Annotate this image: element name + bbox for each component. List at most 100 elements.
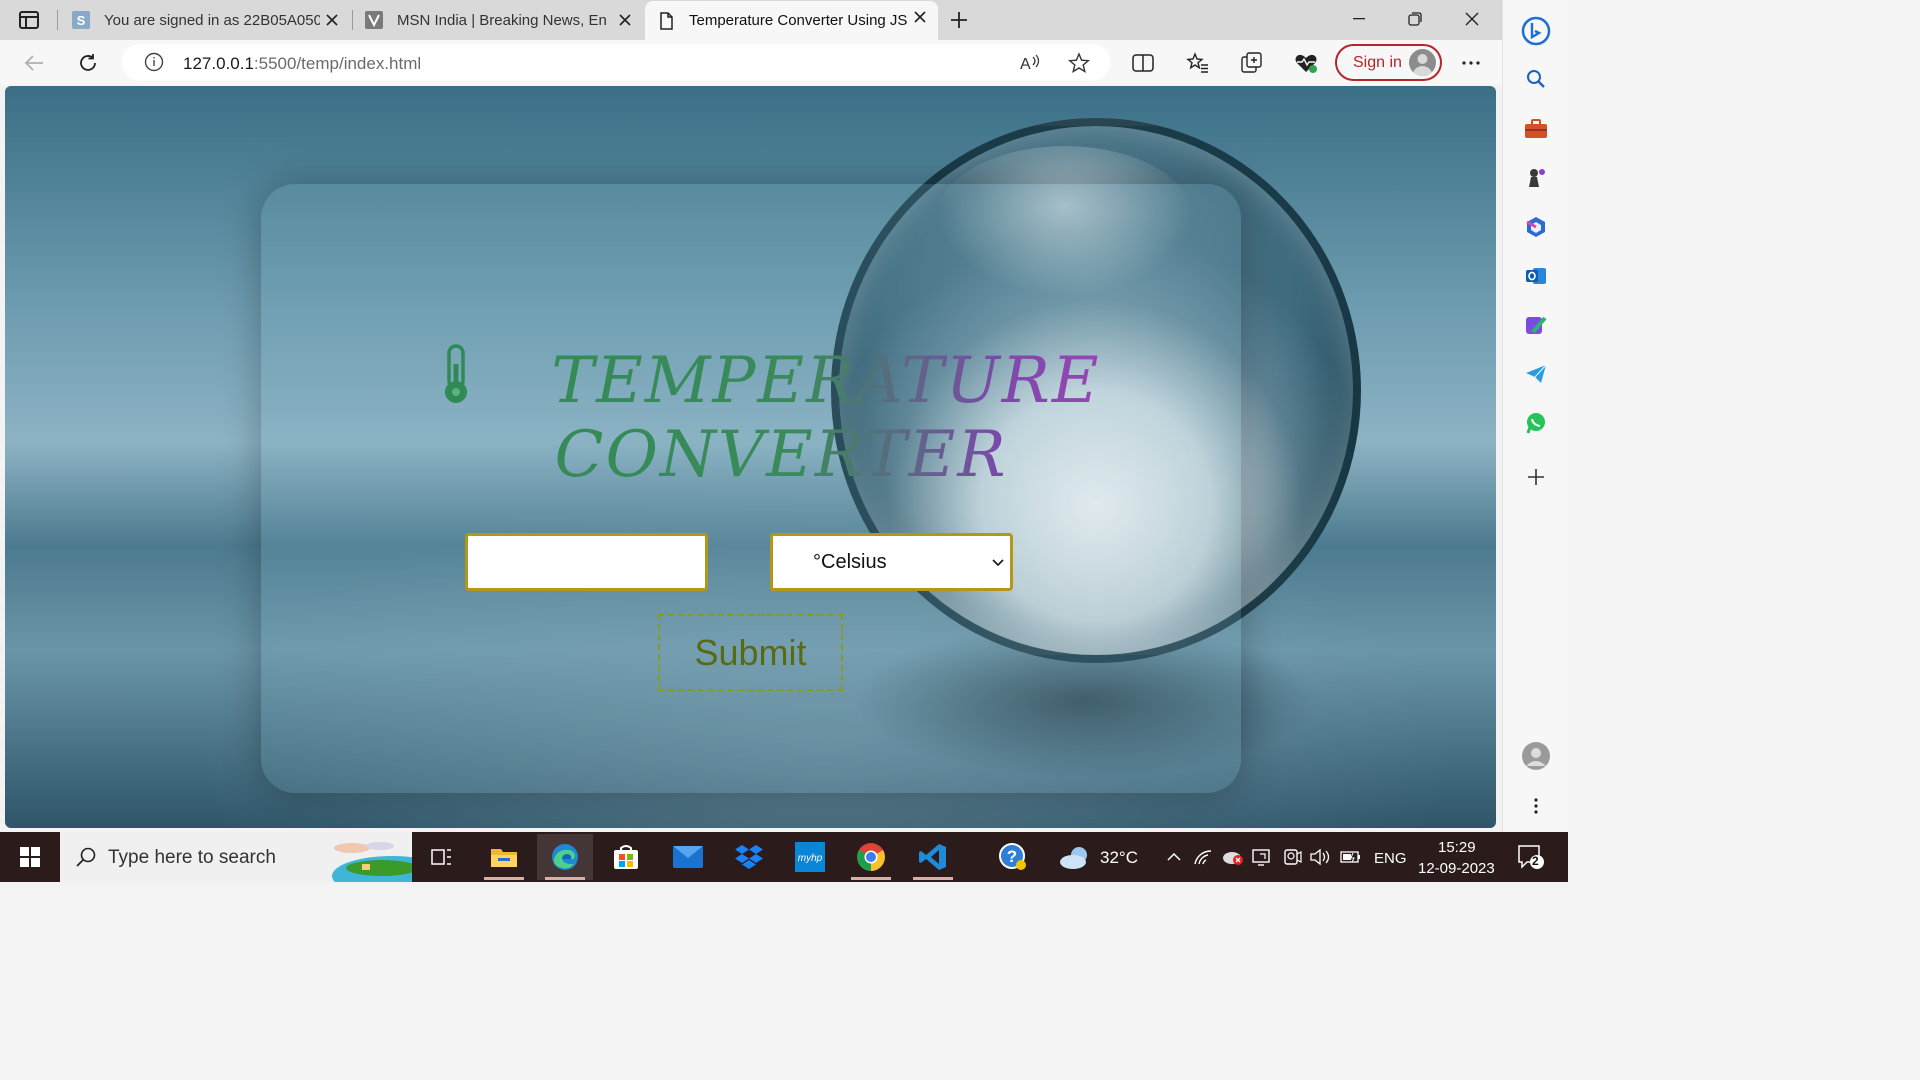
wifi-icon xyxy=(1194,850,1212,865)
title-line-2: CONVERTER xyxy=(554,418,1008,492)
battery-tray-icon[interactable] xyxy=(1340,846,1362,868)
restore-button[interactable] xyxy=(1392,4,1438,34)
chrome-button[interactable] xyxy=(843,834,899,880)
browser-toolbar: 127.0.0.1:5500/temp/index.html A Sign in xyxy=(0,40,1502,85)
search-icon xyxy=(76,847,96,867)
back-button[interactable] xyxy=(17,46,51,80)
search-highlight-illustration xyxy=(332,842,412,882)
temperature-input[interactable] xyxy=(465,533,708,591)
settings-more-button[interactable] xyxy=(1454,46,1488,80)
favorites-button[interactable] xyxy=(1181,46,1215,80)
split-screen-button[interactable] xyxy=(1126,46,1160,80)
clock-date[interactable]: 12-09-2023 xyxy=(1418,860,1495,877)
designer-button[interactable] xyxy=(1520,309,1552,341)
svg-text:myhp: myhp xyxy=(798,853,823,864)
get-help-button[interactable]: ? xyxy=(985,834,1041,880)
notifications-button[interactable]: 2 xyxy=(1516,844,1546,870)
task-view-button[interactable] xyxy=(414,834,470,880)
volume-tray-icon[interactable] xyxy=(1310,846,1332,868)
split-screen-icon xyxy=(1132,54,1154,72)
microsoft-store-button[interactable] xyxy=(598,834,654,880)
outlook-button[interactable] xyxy=(1520,260,1552,292)
speaker-icon xyxy=(1310,848,1330,866)
add-sidebar-app-button[interactable] xyxy=(1520,461,1552,493)
s-letter-icon: S xyxy=(72,11,90,29)
search-icon xyxy=(1527,70,1545,88)
tools-button[interactable] xyxy=(1520,113,1552,145)
weather-cloudy-icon[interactable] xyxy=(1059,844,1093,870)
display-tray-icon[interactable] xyxy=(1251,846,1273,868)
edge-taskbar-button[interactable] xyxy=(537,834,593,880)
network-tray-icon[interactable] xyxy=(1193,846,1215,868)
refresh-button[interactable] xyxy=(71,46,105,80)
taskbar-search-box[interactable]: Type here to search xyxy=(60,832,412,882)
url-text[interactable]: 127.0.0.1:5500/temp/index.html xyxy=(183,54,421,74)
read-aloud-icon[interactable]: A xyxy=(1020,53,1042,73)
windows-taskbar: Type here to search myhp ? 32°C ENG 15:2… xyxy=(0,832,1568,882)
weather-temperature[interactable]: 32°C xyxy=(1100,848,1138,868)
address-bar[interactable]: 127.0.0.1:5500/temp/index.html A xyxy=(122,44,1110,81)
myhp-icon: myhp xyxy=(795,842,825,872)
outlook-icon xyxy=(1526,268,1546,284)
cloud-error-icon xyxy=(1223,852,1243,865)
site-info-icon[interactable] xyxy=(144,52,164,72)
telegram-button[interactable] xyxy=(1520,358,1552,390)
page-title: TEMPERATURE CONVERTER xyxy=(261,344,1241,492)
file-explorer-button[interactable] xyxy=(476,834,532,880)
task-view-icon xyxy=(431,849,451,865)
show-hidden-icons-button[interactable] xyxy=(1163,846,1185,868)
url-host: 127.0.0.1 xyxy=(183,54,254,73)
search-sidebar-button[interactable] xyxy=(1520,63,1552,95)
sign-in-button[interactable]: Sign in xyxy=(1335,44,1442,81)
chevron-up-icon xyxy=(1167,853,1181,861)
page-viewport: TEMPERATURE CONVERTER °Celsius Submit xyxy=(5,86,1496,828)
clock-time[interactable]: 15:29 xyxy=(1438,839,1476,856)
tab-temperature-converter[interactable]: Temperature Converter Using JS xyxy=(645,1,938,40)
running-indicator xyxy=(851,877,891,880)
more-vertical-icon xyxy=(1534,798,1538,814)
meet-now-tray-icon[interactable] xyxy=(1281,846,1303,868)
mail-icon xyxy=(673,846,703,868)
onedrive-tray-icon[interactable] xyxy=(1222,846,1244,868)
vscode-button[interactable] xyxy=(905,834,961,880)
mail-button[interactable] xyxy=(660,834,716,880)
input-language[interactable]: ENG xyxy=(1374,850,1407,867)
edge-icon xyxy=(552,844,578,870)
collections-icon xyxy=(1241,52,1262,73)
sidebar-settings-button[interactable] xyxy=(1520,790,1552,822)
minimize-button[interactable] xyxy=(1336,4,1382,34)
close-icon[interactable] xyxy=(322,10,342,30)
games-button[interactable] xyxy=(1520,162,1552,194)
avatar xyxy=(1522,742,1550,770)
tab-msn[interactable]: MSN India | Breaking News, Ente xyxy=(365,4,643,36)
close-window-button[interactable] xyxy=(1449,4,1495,34)
collections-button[interactable] xyxy=(1235,46,1269,80)
url-path: :5500/temp/index.html xyxy=(253,54,422,73)
chevron-down-icon xyxy=(992,559,1004,567)
new-tab-button[interactable] xyxy=(942,3,976,37)
vscode-icon xyxy=(919,844,946,870)
browser-essentials-button[interactable] xyxy=(1289,46,1323,80)
favorite-star-icon[interactable] xyxy=(1068,52,1090,74)
unit-select[interactable]: °Celsius xyxy=(770,533,1013,591)
dropbox-button[interactable] xyxy=(721,834,777,880)
microsoft-365-button[interactable] xyxy=(1520,211,1552,243)
myhp-button[interactable]: myhp xyxy=(782,834,838,880)
folder-icon xyxy=(491,849,517,867)
more-dots-icon xyxy=(1462,61,1480,65)
bing-chat-button[interactable] xyxy=(1520,15,1552,47)
msn-icon xyxy=(365,11,383,29)
minimize-icon xyxy=(1353,18,1365,20)
sidebar-profile-button[interactable] xyxy=(1520,740,1552,772)
tab-strip: S You are signed in as 22B05A0507 MSN In… xyxy=(0,0,1502,40)
start-button[interactable] xyxy=(2,834,58,880)
tab-signed-in[interactable]: S You are signed in as 22B05A0507 xyxy=(72,4,350,36)
submit-button[interactable]: Submit xyxy=(658,614,843,691)
tab-actions-button[interactable] xyxy=(12,6,46,34)
close-icon[interactable] xyxy=(910,7,930,27)
whatsapp-button[interactable] xyxy=(1520,407,1552,439)
svg-text:S: S xyxy=(77,13,86,28)
converter-card: TEMPERATURE CONVERTER xyxy=(261,184,1241,793)
close-icon[interactable] xyxy=(615,10,635,30)
search-placeholder: Type here to search xyxy=(108,847,276,868)
